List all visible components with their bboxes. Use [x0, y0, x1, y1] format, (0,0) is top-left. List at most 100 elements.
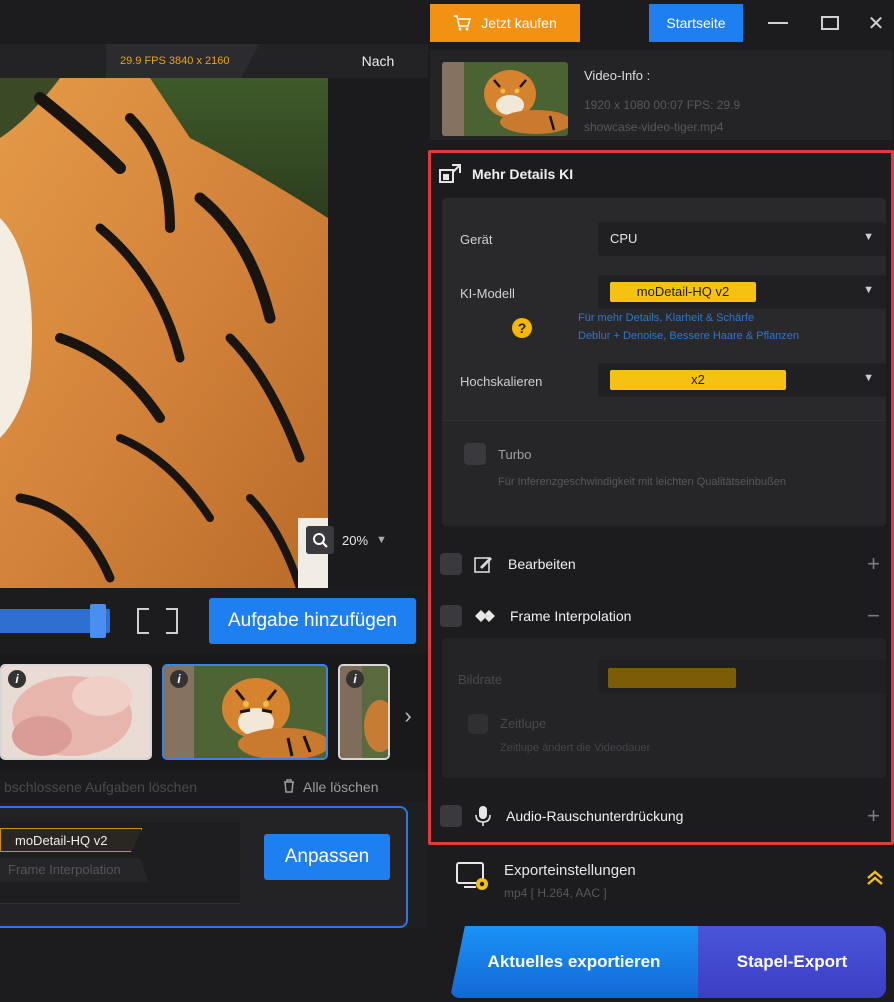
device-select[interactable]: CPU ▼ [598, 222, 886, 256]
audio-checkbox[interactable] [440, 805, 462, 827]
after-preview-panel [328, 78, 428, 588]
info-icon[interactable]: i [170, 670, 188, 688]
slowmo-description: Zeitlupe ändert die Videodauer [500, 742, 651, 754]
export-current-button[interactable]: Aktuelles exportieren [450, 926, 698, 998]
edit-icon [474, 557, 492, 573]
export-settings-title: Exporteinstellungen [504, 862, 636, 879]
double-chevron-up-icon[interactable] [866, 870, 884, 891]
task-actions-bar: bschlossene Aufgaben löschen Alle lösche… [0, 772, 428, 802]
chevron-down-icon[interactable]: ▼ [376, 534, 387, 546]
home-button[interactable]: Startseite [649, 4, 743, 42]
chevron-down-icon: ▼ [863, 231, 874, 243]
clear-completed-link[interactable]: bschlossene Aufgaben löschen [4, 779, 254, 795]
chevron-down-icon: ▼ [863, 284, 874, 296]
ai-section-header[interactable]: Mehr Details KI [436, 154, 888, 194]
close-icon[interactable]: ✕ [856, 4, 894, 42]
left-bottom-area [0, 928, 428, 1002]
turbo-checkbox[interactable] [464, 443, 486, 465]
zoom-control[interactable]: 20% ▼ [306, 526, 387, 554]
trash-icon [284, 779, 294, 793]
cart-icon [454, 15, 472, 31]
turbo-option: Turbo Für Inferenzgeschwindigkeit mit le… [442, 420, 886, 526]
timeline-bar: Aufgabe hinzufügen [0, 588, 428, 654]
slowmo-label: Zeitlupe [500, 716, 547, 731]
after-label: Nach [361, 53, 395, 69]
frame-interp-panel: Bildrate Zeitlupe Zeitlupe ändert die Vi… [442, 638, 886, 778]
collapse-icon[interactable]: − [867, 603, 880, 629]
chevron-right-icon[interactable]: › [398, 704, 418, 728]
info-icon[interactable]: i [346, 670, 364, 688]
expand-icon[interactable]: + [867, 803, 880, 829]
video-info-panel: Video-Info : 1920 x 1080 00:07 FPS: 29.9… [430, 50, 892, 140]
task-settings-summary: moDetail-HQ v2 Frame Interpolation [0, 822, 240, 904]
tiger-preview-image [0, 78, 328, 588]
model-select[interactable]: moDetail-HQ v2 ▼ [598, 275, 886, 309]
slowmo-checkbox[interactable] [468, 714, 488, 734]
video-info-filename: showcase-video-tiger.mp4 [584, 120, 724, 134]
ai-settings-panel: Gerät CPU ▼ KI-Modell moDetail-HQ v2 ▼ ?… [442, 198, 886, 526]
frame-rate-select[interactable] [598, 660, 886, 694]
minimize-icon[interactable] [758, 4, 798, 42]
expand-icon[interactable]: + [867, 551, 880, 577]
thumbnail-strip: i i i › [0, 654, 428, 772]
device-value: CPU [610, 231, 638, 246]
video-info-meta: 1920 x 1080 00:07 FPS: 29.9 [584, 98, 741, 112]
info-icon[interactable]: i [8, 670, 26, 688]
batch-export-button[interactable]: Stapel-Export [698, 926, 886, 998]
thumbnail-partial[interactable]: i [338, 664, 390, 760]
enhance-icon [439, 164, 461, 183]
chevron-down-icon: ▼ [863, 372, 874, 384]
task-card[interactable]: moDetail-HQ v2 Frame Interpolation Anpas… [0, 806, 408, 928]
title-bar: Jetzt kaufen Startseite ✕ [428, 0, 894, 44]
thumbnail-baby[interactable]: i [0, 664, 152, 760]
magnifier-icon[interactable] [306, 526, 334, 554]
turbo-label: Turbo [498, 447, 532, 462]
adjust-button[interactable]: Anpassen [264, 834, 390, 880]
clear-all-link[interactable]: Alle löschen [283, 779, 379, 795]
upscale-select[interactable]: x2 ▼ [598, 363, 886, 397]
ai-section-title: Mehr Details KI [472, 166, 574, 182]
frame-interp-section-title: Frame Interpolation [510, 608, 632, 624]
frame-interp-checkbox[interactable] [440, 605, 462, 627]
video-preview[interactable]: 20% ▼ [0, 78, 428, 588]
export-buttons: Aktuelles exportieren Stapel-Export [450, 926, 886, 998]
video-info-thumbnail [442, 62, 568, 136]
fps-resolution-tag: 29.9 FPS 3840 x 2160 [106, 44, 260, 78]
export-settings-row[interactable]: Exporteinstellungen mp4 [ H.264, AAC ] [446, 852, 886, 912]
model-value: moDetail-HQ v2 [610, 282, 756, 302]
clear-all-label: Alle löschen [303, 779, 379, 795]
left-top-bar [0, 0, 428, 44]
zoom-value[interactable]: 20% [342, 533, 368, 548]
thumbnail-tiger[interactable]: i [162, 664, 328, 760]
edit-checkbox[interactable] [440, 553, 462, 575]
frame-rate-value [608, 668, 736, 688]
model-hint-line-2: Deblur + Denoise, Bessere Haare & Pflanz… [578, 330, 800, 342]
preview-header: 29.9 FPS 3840 x 2160 Nach [0, 44, 428, 78]
export-settings-icon [456, 862, 488, 890]
help-icon[interactable]: ? [512, 318, 532, 338]
add-task-button[interactable]: Aufgabe hinzufügen [209, 598, 416, 644]
model-chip: moDetail-HQ v2 [0, 828, 143, 852]
right-column: Jetzt kaufen Startseite ✕ Video-Info : 1… [428, 0, 894, 1002]
frame-interp-section-header[interactable]: Frame Interpolation − [434, 596, 886, 636]
audio-section-title: Audio-Rauschunterdrückung [506, 808, 684, 824]
edit-section-header[interactable]: Bearbeiten + [434, 544, 886, 584]
left-column: 29.9 FPS 3840 x 2160 Nach 20% ▼ Aufgabe … [0, 0, 428, 1002]
buy-now-label: Jetzt kaufen [481, 15, 557, 31]
set-out-point-icon[interactable] [166, 608, 178, 634]
interpolation-chip: Frame Interpolation [0, 858, 149, 882]
video-info-title: Video-Info : [584, 68, 651, 83]
trim-handle[interactable] [90, 604, 106, 638]
microphone-icon [475, 806, 491, 826]
edit-section-title: Bearbeiten [508, 556, 576, 572]
upscale-value: x2 [610, 370, 786, 390]
audio-section-header[interactable]: Audio-Rauschunterdrückung + [434, 796, 886, 836]
maximize-icon[interactable] [810, 4, 850, 42]
export-settings-subtitle: mp4 [ H.264, AAC ] [504, 886, 607, 900]
device-label: Gerät [460, 232, 493, 247]
frame-rate-label: Bildrate [458, 672, 503, 687]
set-in-point-icon[interactable] [137, 608, 149, 634]
diamond-icon [475, 610, 495, 622]
model-hint-line-1: Für mehr Details, Klarheit & Schärfe [578, 312, 755, 324]
buy-now-button[interactable]: Jetzt kaufen [430, 4, 580, 42]
